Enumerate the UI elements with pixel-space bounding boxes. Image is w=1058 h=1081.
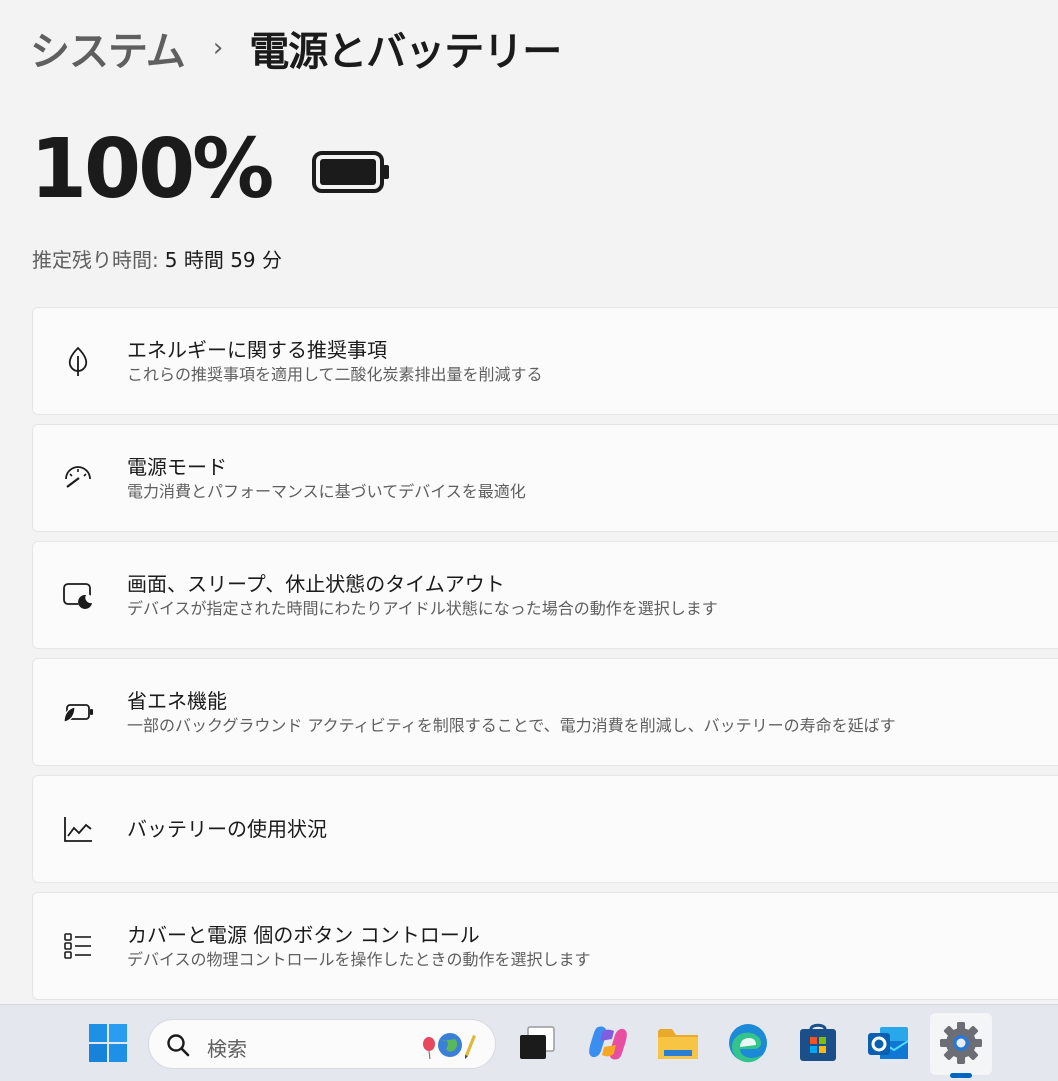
- battery-saver-icon: [63, 704, 93, 723]
- store-icon[interactable]: [794, 1019, 842, 1067]
- breadcrumb-chevron-icon: ›: [212, 33, 224, 63]
- taskbar: 検索: [0, 1004, 1058, 1081]
- page-title: 電源とバッテリー: [249, 29, 562, 75]
- card-description: これらの推奨事項を適用して二酸化炭素排出量を削減する: [127, 365, 543, 384]
- active-app-indicator: [950, 1073, 972, 1078]
- card-title: 画面、スリープ、休止状態のタイムアウト: [127, 572, 505, 596]
- battery-icon: [312, 151, 390, 193]
- chart-line-icon: [64, 817, 92, 842]
- screen-sleep-icon: [63, 583, 94, 610]
- card-description: 一部のバックグラウンド アクティビティを制限することで、電力消費を削減し、バッテ…: [127, 716, 896, 735]
- edge-icon[interactable]: [724, 1019, 772, 1067]
- card-title: バッテリーの使用状況: [127, 817, 327, 841]
- card-title: 省エネ機能: [127, 689, 227, 713]
- speedometer-icon: [65, 466, 91, 488]
- card-title: 電源モード: [127, 455, 227, 479]
- card-description: 電力消費とパフォーマンスに基づいてデバイスを最適化: [127, 482, 526, 501]
- search-highlight-icon[interactable]: [417, 1029, 479, 1061]
- breadcrumb-parent-system[interactable]: システム: [30, 19, 186, 77]
- card-title: カバーと電源 個のボタン コントロール: [127, 923, 480, 947]
- search-placeholder: 検索: [207, 1037, 247, 1061]
- outlook-icon[interactable]: [864, 1019, 912, 1067]
- card-power-mode[interactable]: 電源モード 電力消費とパフォーマンスに基づいてデバイスを最適化: [32, 424, 1058, 532]
- windows-start-icon[interactable]: [84, 1019, 132, 1067]
- leaf-icon: [68, 346, 88, 376]
- battery-status: 100%: [30, 120, 391, 220]
- card-lid-power-buttons[interactable]: カバーと電源 個のボタン コントロール デバイスの物理コントロールを操作したとき…: [32, 892, 1058, 1000]
- settings-icon[interactable]: [937, 1019, 985, 1067]
- copilot-icon[interactable]: [584, 1019, 632, 1067]
- file-explorer-icon[interactable]: [654, 1019, 702, 1067]
- card-description: デバイスが指定された時間にわたりアイドル状態になった場合の動作を選択します: [127, 599, 718, 618]
- task-view-icon[interactable]: [514, 1019, 562, 1067]
- list-icon: [64, 933, 91, 959]
- search-icon: [167, 1034, 190, 1057]
- card-screen-sleep-timeouts[interactable]: 画面、スリープ、休止状態のタイムアウト デバイスが指定された時間にわたりアイドル…: [32, 541, 1058, 649]
- taskbar-search-box[interactable]: 検索: [148, 1019, 496, 1069]
- estimate-value: 5 時間 59 分: [164, 248, 282, 272]
- battery-percent: 100%: [30, 122, 274, 217]
- estimate-label: 推定残り時間:: [32, 248, 159, 272]
- card-energy-saver[interactable]: 省エネ機能 一部のバックグラウンド アクティビティを制限することで、電力消費を削…: [32, 658, 1058, 766]
- card-title: エネルギーに関する推奨事項: [127, 338, 387, 362]
- card-battery-usage[interactable]: バッテリーの使用状況: [32, 775, 1058, 883]
- card-description: デバイスの物理コントロールを操作したときの動作を選択します: [127, 950, 591, 969]
- card-energy-recommendations[interactable]: エネルギーに関する推奨事項 これらの推奨事項を適用して二酸化炭素排出量を削減する: [32, 307, 1058, 415]
- battery-estimate: 推定残り時間: 5 時間 59 分: [32, 244, 282, 273]
- breadcrumb: システム › 電源とバッテリー: [30, 19, 562, 77]
